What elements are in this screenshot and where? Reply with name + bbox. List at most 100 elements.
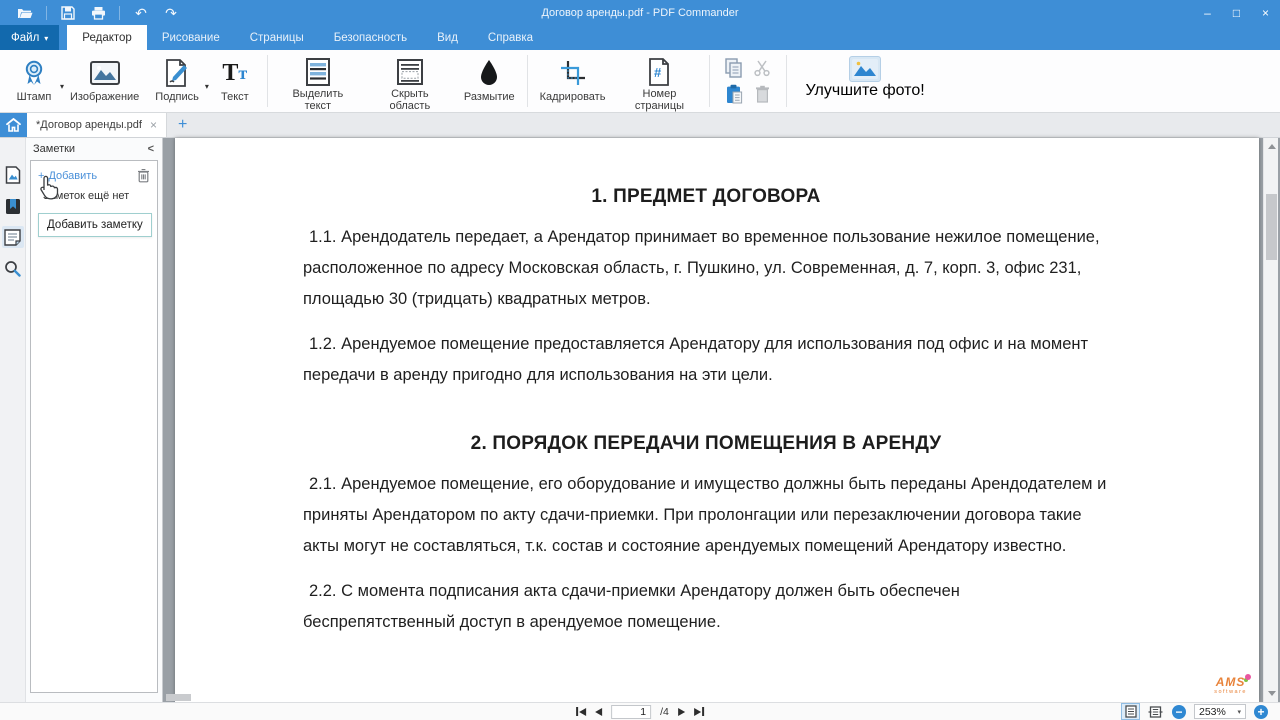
status-bar: /4 − 253% ▾ + — [0, 702, 1280, 720]
toolbar-separator — [709, 55, 710, 107]
crop-button[interactable]: Кадрировать — [532, 50, 614, 112]
crop-icon — [559, 59, 587, 87]
scrollbar-thumb[interactable] — [1266, 194, 1277, 260]
text-button[interactable]: Tт Текст — [207, 50, 263, 112]
tab-drawing[interactable]: Рисование — [147, 25, 235, 50]
previous-page-button[interactable] — [595, 708, 602, 716]
tool-label: Текст — [221, 91, 249, 103]
svg-text:#: # — [654, 65, 662, 80]
page-number-input[interactable] — [611, 705, 651, 719]
pdf-page[interactable]: 1. ПРЕДМЕТ ДОГОВОРА 1.1. Арендодатель пе… — [175, 138, 1259, 702]
search-icon — [4, 260, 21, 277]
tab-label: Страницы — [250, 32, 304, 44]
chevron-down-icon: ▾ — [1237, 708, 1241, 716]
scroll-down-icon[interactable] — [1268, 691, 1276, 696]
tab-security[interactable]: Безопасность — [319, 25, 422, 50]
redo-icon: ↷ — [165, 6, 177, 20]
tool-label: Скрыть область — [372, 88, 448, 112]
file-menu-button[interactable]: Файл ▾ — [0, 25, 59, 50]
maximize-button[interactable]: □ — [1222, 0, 1251, 25]
document-tab-title: *Договор аренды.pdf — [36, 119, 142, 131]
zoom-out-button[interactable]: − — [1172, 705, 1186, 719]
open-file-button[interactable] — [10, 0, 40, 25]
signature-icon — [163, 59, 191, 87]
sidebar-item-bookmarks[interactable] — [2, 195, 24, 217]
trash-icon[interactable] — [137, 168, 150, 183]
add-note-tooltip: Добавить заметку — [38, 213, 152, 237]
paste-button[interactable] — [726, 84, 743, 109]
maximize-icon: □ — [1233, 6, 1240, 20]
last-page-button[interactable] — [694, 707, 704, 716]
page-number-button[interactable]: # Номер страницы — [613, 50, 705, 112]
document-paragraph: 1.1. Арендодатель передает, а Арендатор … — [303, 222, 1109, 315]
save-button[interactable] — [53, 0, 83, 25]
zoom-controls: − 253% ▾ + — [1122, 703, 1268, 720]
print-button[interactable] — [83, 0, 113, 25]
save-icon — [61, 6, 75, 20]
image-icon — [90, 61, 120, 85]
folder-open-icon — [17, 7, 33, 19]
blur-button[interactable]: Размытие — [456, 50, 523, 112]
fit-page-icon — [1125, 705, 1137, 718]
stamp-button[interactable]: Штамп ▾ — [6, 50, 62, 112]
tool-label: Номер страницы — [621, 88, 697, 112]
vertical-scrollbar[interactable] — [1263, 138, 1278, 702]
text-tool-icon: T — [222, 60, 238, 87]
sidebar-item-thumbnails[interactable] — [2, 164, 24, 186]
page-navigation: /4 — [576, 703, 704, 720]
tool-label: Кадрировать — [540, 91, 606, 103]
improve-photo-button[interactable]: Улучшите фото! — [791, 50, 938, 112]
redo-button[interactable]: ↷ — [156, 0, 186, 25]
page-number-icon: # — [647, 58, 671, 86]
cut-button[interactable] — [753, 59, 771, 82]
paste-icon — [726, 84, 743, 104]
tab-editor[interactable]: Редактор — [67, 25, 147, 50]
next-page-button[interactable] — [678, 708, 685, 716]
toolbar-separator — [786, 55, 787, 107]
tab-label: Безопасность — [334, 32, 407, 44]
document-paragraph: 1.2. Арендуемое помещение предоставляетс… — [303, 329, 1109, 391]
document-paragraph: 2.1. Арендуемое помещение, его оборудова… — [303, 469, 1109, 562]
tab-label: Рисование — [162, 32, 220, 44]
zoom-level-dropdown[interactable]: 253% ▾ — [1194, 704, 1246, 719]
image-button[interactable]: Изображение — [62, 50, 147, 112]
tool-label: Выделить текст — [280, 88, 356, 112]
tab-view[interactable]: Вид — [422, 25, 473, 50]
collapse-panel-icon[interactable]: < — [148, 143, 154, 155]
window-title: Договор аренды.pdf - PDF Commander — [0, 7, 1280, 19]
undo-icon: ↶ — [135, 6, 147, 20]
tab-close-icon[interactable]: × — [150, 119, 157, 131]
zoom-in-button[interactable]: + — [1254, 705, 1268, 719]
document-heading: 2. ПОРЯДОК ПЕРЕДАЧИ ПОМЕЩЕНИЯ В АРЕНДУ — [303, 433, 1109, 455]
tool-label: Подпись — [155, 91, 199, 103]
fit-page-button[interactable] — [1122, 704, 1139, 719]
notes-list-box: + Добавить Заметок ещё нет Добавить заме… — [30, 160, 158, 693]
minimize-button[interactable]: – — [1193, 0, 1222, 25]
home-button[interactable] — [0, 113, 27, 137]
document-tab-active[interactable]: *Договор аренды.pdf × — [27, 113, 167, 137]
scroll-up-icon[interactable] — [1268, 144, 1276, 149]
minimize-icon: – — [1204, 6, 1211, 20]
horizontal-scrollbar-thumb[interactable] — [166, 694, 191, 701]
highlight-text-button[interactable]: Выделить текст — [272, 50, 364, 112]
document-heading: 1. ПРЕДМЕТ ДОГОВОРА — [303, 186, 1109, 208]
notes-icon — [4, 229, 21, 246]
new-tab-button[interactable]: + — [167, 113, 198, 137]
tab-pages[interactable]: Страницы — [235, 25, 319, 50]
close-button[interactable]: × — [1251, 0, 1280, 25]
undo-button[interactable]: ↶ — [126, 0, 156, 25]
signature-button[interactable]: Подпись ▾ — [147, 50, 207, 112]
document-canvas: 1. ПРЕДМЕТ ДОГОВОРА 1.1. Арендодатель пе… — [163, 138, 1280, 702]
copy-button[interactable] — [725, 58, 743, 83]
sidebar-item-search[interactable] — [2, 257, 24, 279]
trash-icon — [755, 85, 770, 103]
first-page-button[interactable] — [576, 707, 586, 716]
fit-width-button[interactable] — [1147, 704, 1164, 719]
plus-icon: + — [178, 116, 187, 134]
delete-button[interactable] — [755, 85, 770, 108]
improve-photo-icon — [852, 59, 878, 79]
fit-width-icon — [1148, 706, 1163, 718]
tab-help[interactable]: Справка — [473, 25, 548, 50]
hide-area-button[interactable]: Скрыть область — [364, 50, 456, 112]
sidebar-item-notes[interactable] — [2, 226, 24, 248]
